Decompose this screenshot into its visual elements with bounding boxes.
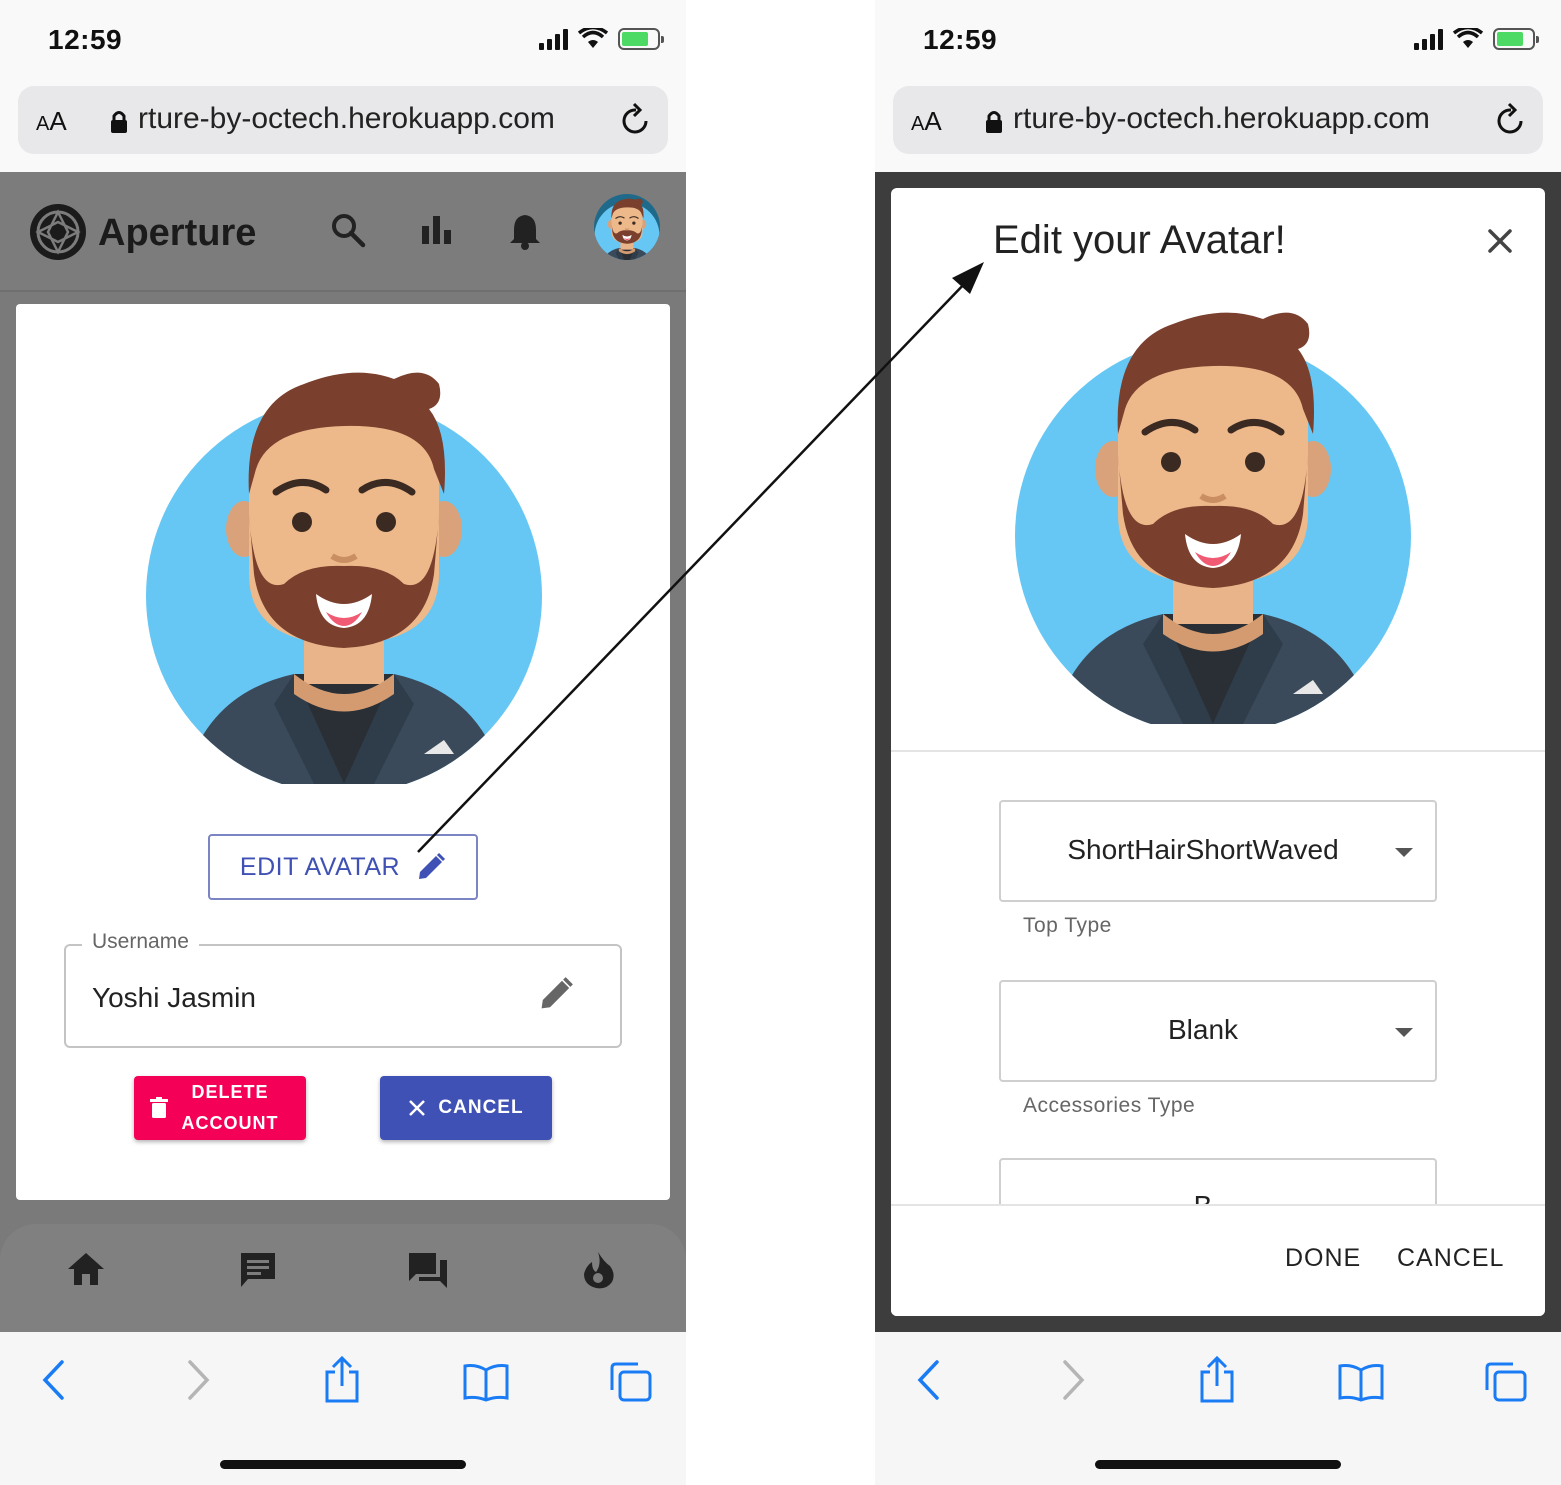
delete-account-button[interactable]: DELETE ACCOUNT <box>134 1076 306 1140</box>
app-brand: Aperture <box>98 212 257 254</box>
dropdown-arrow-icon <box>1395 848 1413 857</box>
signal-icon <box>539 28 568 50</box>
message-icon[interactable] <box>238 1250 278 1290</box>
modal-backdrop: Edit your Avatar! ShortHairShortWaved To… <box>875 172 1561 1332</box>
accessories-type-helper: Accessories Type <box>1023 1094 1196 1117</box>
bar-chart-icon[interactable] <box>420 212 454 246</box>
phone-profile-screen: 12:59 AA rture-by-octech.herokuapp.com A… <box>0 0 686 1485</box>
back-icon[interactable] <box>915 1358 941 1402</box>
bell-icon[interactable] <box>508 212 542 250</box>
home-indicator <box>220 1460 466 1469</box>
address-bar[interactable]: AA rture-by-octech.herokuapp.com <box>893 86 1543 154</box>
bottom-navigation <box>0 1224 686 1332</box>
battery-icon <box>1493 28 1539 50</box>
status-time: 12:59 <box>48 24 123 55</box>
bookmarks-icon[interactable] <box>462 1362 510 1402</box>
profile-card: EDIT AVATAR Username Yoshi Jasmin DELETE… <box>16 304 670 1200</box>
home-indicator <box>1095 1460 1341 1469</box>
accessories-type-select[interactable]: Blank <box>999 980 1437 1082</box>
edit-username-icon[interactable] <box>538 976 574 1012</box>
battery-icon <box>618 28 664 50</box>
reader-text-size-button[interactable]: AA <box>36 106 67 137</box>
tabs-icon[interactable] <box>608 1360 654 1404</box>
trash-icon <box>150 1097 168 1118</box>
status-time: 12:59 <box>923 24 998 55</box>
dialog-actions: DONE CANCEL <box>891 1206 1545 1316</box>
dialog-title: Edit your Avatar! <box>993 218 1286 262</box>
aperture-logo-icon <box>30 204 86 260</box>
status-icons <box>1414 28 1539 50</box>
user-avatar-button[interactable] <box>594 194 660 260</box>
done-button[interactable]: DONE <box>1285 1244 1361 1273</box>
cancel-button[interactable]: CANCEL <box>1397 1244 1504 1273</box>
close-icon <box>409 1100 426 1116</box>
safari-toolbar <box>0 1332 686 1485</box>
dialog-divider <box>891 750 1545 752</box>
accessories-type-value: Blank <box>1167 1014 1239 1045</box>
close-icon[interactable] <box>1487 228 1513 254</box>
lock-icon <box>111 111 127 133</box>
edit-avatar-dialog: Edit your Avatar! ShortHairShortWaved To… <box>891 188 1545 1316</box>
forward-icon[interactable] <box>186 1358 212 1402</box>
app-area: Aperture EDIT AVATAR Username Yoshi Jasm… <box>0 172 686 1332</box>
safari-toolbar <box>875 1332 1561 1485</box>
user-avatar <box>594 194 660 260</box>
delete-account-label: DELETE ACCOUNT <box>181 1082 279 1133</box>
address-bar[interactable]: AA rture-by-octech.herokuapp.com <box>18 86 668 154</box>
reader-text-size-button[interactable]: AA <box>911 106 942 137</box>
back-icon[interactable] <box>40 1358 66 1402</box>
reload-icon[interactable] <box>1495 102 1527 136</box>
status-icons <box>539 28 664 50</box>
cancel-edit-button[interactable]: CANCEL <box>380 1076 552 1140</box>
search-icon[interactable] <box>330 212 366 248</box>
app-header: Aperture <box>0 172 686 292</box>
pencil-icon <box>419 852 446 879</box>
phone-edit-avatar-screen: 12:59 AA rture-by-octech.herokuapp.com E… <box>875 0 1561 1485</box>
edit-avatar-button[interactable]: EDIT AVATAR <box>208 834 478 900</box>
profile-avatar-image <box>144 344 544 784</box>
top-type-value: ShortHairShortWaved <box>1067 834 1339 865</box>
lock-icon <box>986 111 1002 133</box>
wifi-icon <box>1453 28 1483 48</box>
url-text: rture-by-octech.herokuapp.com <box>138 102 555 135</box>
home-icon[interactable] <box>66 1250 106 1288</box>
forum-icon[interactable] <box>406 1250 450 1290</box>
username-label: Username <box>82 930 199 954</box>
edit-avatar-label: EDIT AVATAR <box>239 852 401 881</box>
wifi-icon <box>578 28 608 48</box>
signal-icon <box>1414 28 1443 50</box>
top-type-helper: Top Type <box>1023 914 1112 937</box>
username-field[interactable]: Username Yoshi Jasmin <box>64 930 622 1048</box>
top-type-select[interactable]: ShortHairShortWaved <box>999 800 1437 902</box>
username-value[interactable]: Yoshi Jasmin <box>92 982 256 1014</box>
dropdown-arrow-icon <box>1395 1028 1413 1037</box>
share-icon[interactable] <box>1197 1356 1237 1404</box>
forward-icon[interactable] <box>1061 1358 1087 1402</box>
cancel-label: CANCEL <box>438 1097 524 1118</box>
tabs-icon[interactable] <box>1483 1360 1529 1404</box>
reload-icon[interactable] <box>620 102 652 136</box>
url-text: rture-by-octech.herokuapp.com <box>1013 102 1430 135</box>
fire-icon[interactable] <box>580 1250 616 1290</box>
bookmarks-icon[interactable] <box>1337 1362 1385 1402</box>
share-icon[interactable] <box>322 1356 362 1404</box>
avatar-preview-image <box>1013 284 1413 724</box>
